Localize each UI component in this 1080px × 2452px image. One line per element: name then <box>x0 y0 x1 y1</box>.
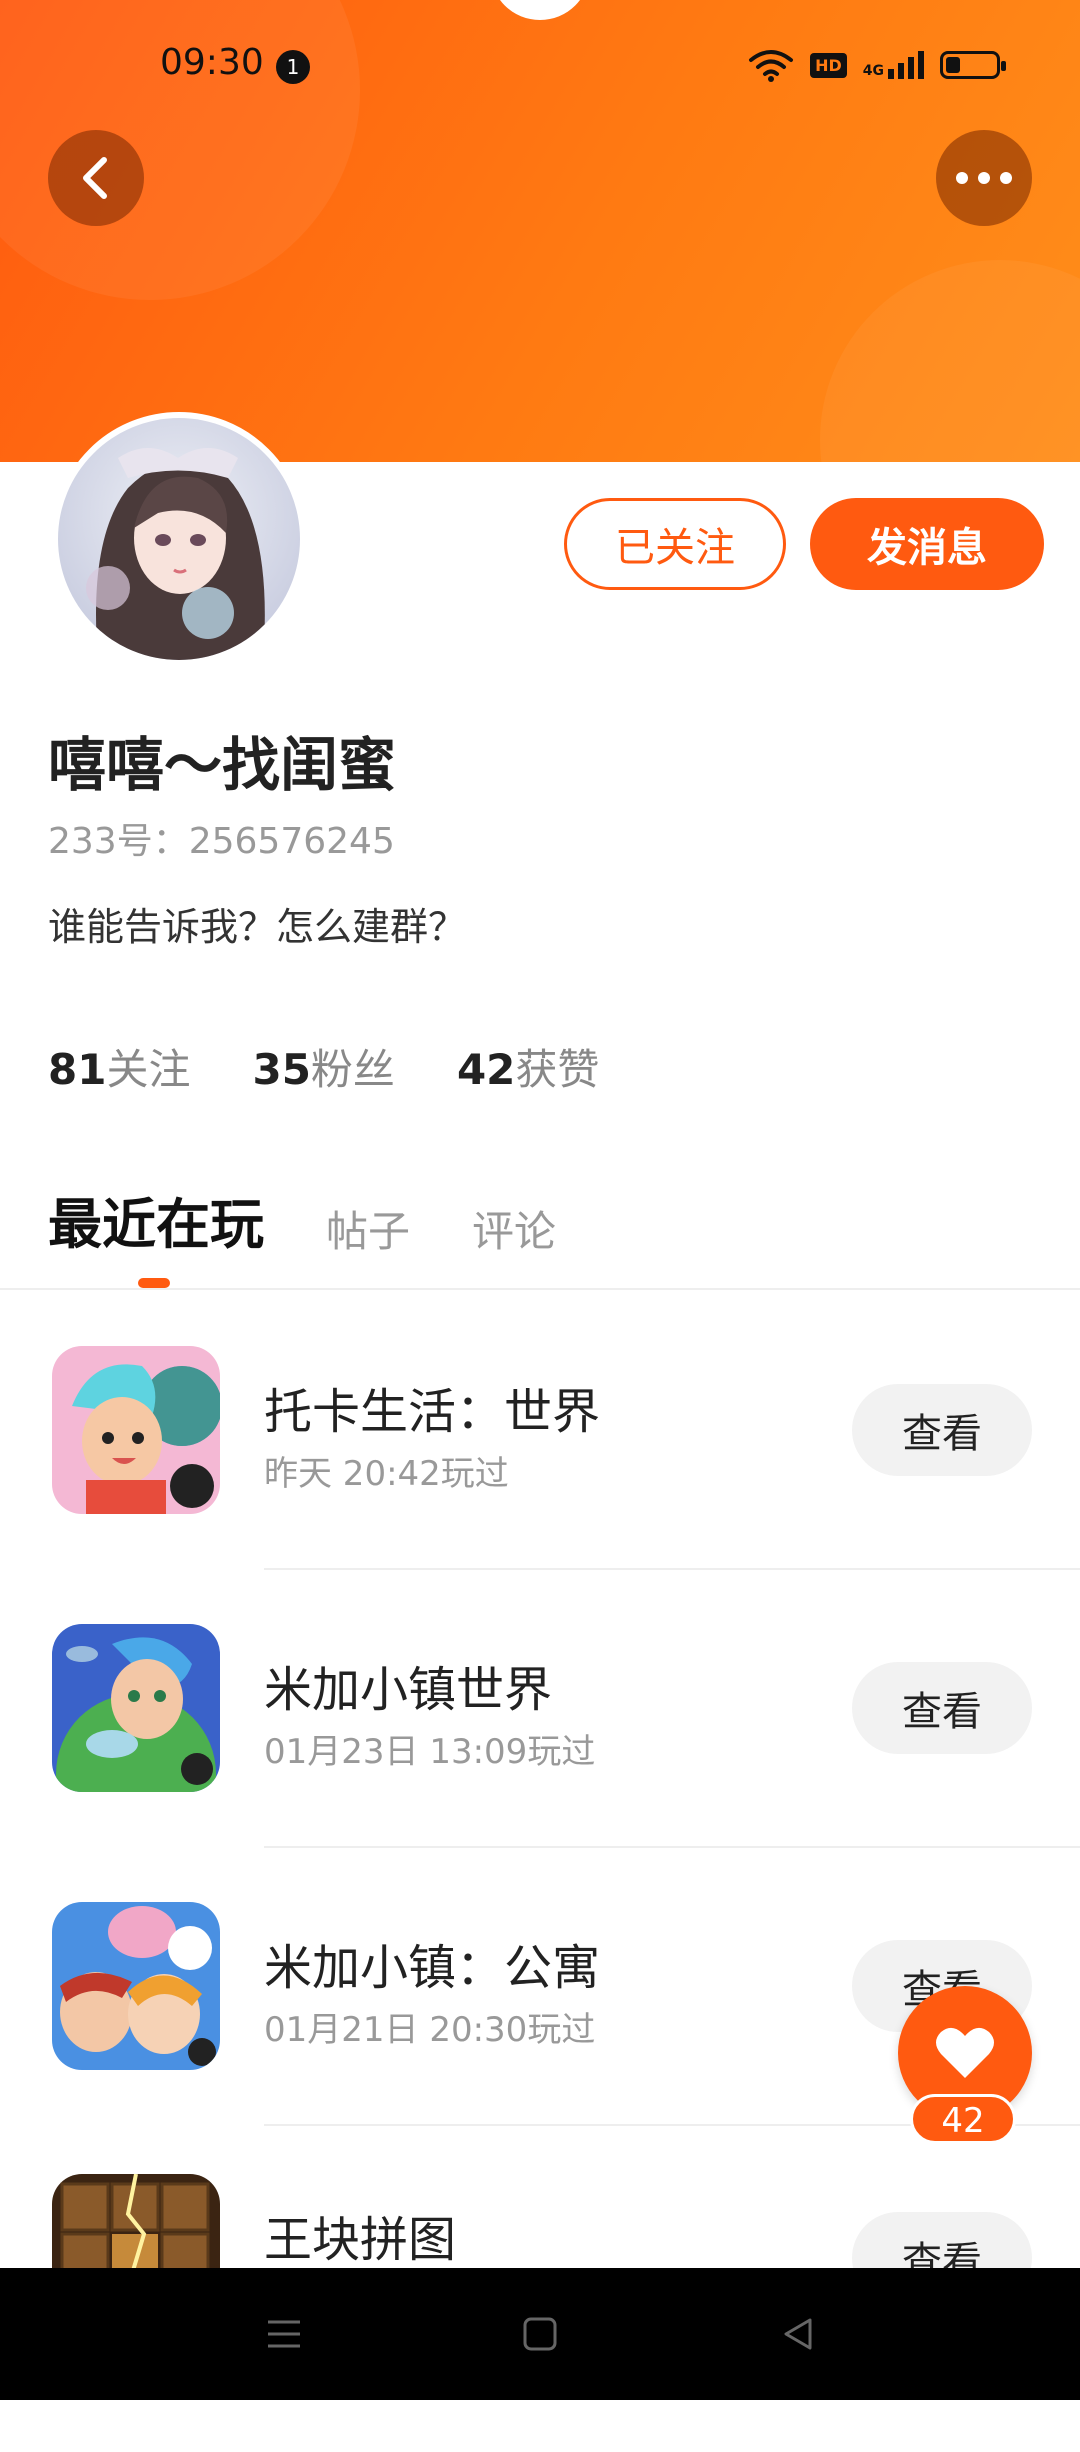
like-count-badge: 42 <box>910 2094 1016 2144</box>
last-played: 01月21日 20:30玩过 <box>264 2010 596 2050</box>
camera-cutout <box>490 0 590 20</box>
following-button[interactable]: 已关注 <box>564 498 786 590</box>
divider <box>264 1846 1080 1848</box>
chevron-left-icon <box>83 157 107 199</box>
active-tab-indicator <box>138 1278 170 1288</box>
user-bio: 谁能告诉我？怎么建群？ <box>48 905 467 949</box>
stat-label: 粉丝 <box>310 1045 395 1094</box>
send-message-button[interactable]: 发消息 <box>810 498 1044 590</box>
heart-icon <box>936 2027 994 2078</box>
game-icon <box>52 1346 220 1514</box>
stat-number: 42 <box>456 1045 516 1094</box>
avatar-illustration <box>58 418 300 660</box>
stat-label: 获赞 <box>515 1045 600 1094</box>
game-list-item[interactable]: 托卡生活：世界 昨天 20:42玩过 查看 <box>0 1346 1080 1624</box>
banner-decoration <box>820 260 1080 462</box>
followers-count[interactable]: 35粉丝 <box>252 1036 394 1097</box>
game-icon <box>52 1902 220 2070</box>
view-button[interactable]: 查看 <box>852 1384 1032 1476</box>
wifi-icon <box>749 50 794 82</box>
status-icons: HD 4G <box>748 48 1006 82</box>
more-button[interactable] <box>936 130 1032 226</box>
status-time: 09:30 <box>160 42 264 83</box>
system-nav-bar <box>0 2268 1080 2400</box>
user-id: 233号：256576245 <box>48 821 395 862</box>
back-nav-icon[interactable] <box>778 2314 818 2354</box>
stat-number: 35 <box>252 1045 311 1094</box>
divider <box>0 1288 1080 1290</box>
tab-comments[interactable]: 评论 <box>472 1198 556 1259</box>
more-dots-icon <box>956 172 1012 184</box>
network-type: 4G <box>862 63 884 79</box>
following-count[interactable]: 81关注 <box>48 1036 190 1097</box>
tab-posts[interactable]: 帖子 <box>326 1198 410 1259</box>
likes-count: 42获赞 <box>457 1036 599 1097</box>
game-icon <box>52 1624 220 1792</box>
battery-icon <box>940 51 1006 79</box>
hd-icon: HD <box>810 52 847 78</box>
game-title: 托卡生活：世界 <box>264 1384 601 1440</box>
tab-recently-played[interactable]: 最近在玩 <box>48 1180 264 1259</box>
last-played: 昨天 20:42玩过 <box>264 1454 509 1494</box>
game-title: 米加小镇：公寓 <box>264 1940 601 1996</box>
avatar[interactable] <box>52 412 306 666</box>
stat-label: 关注 <box>106 1045 191 1094</box>
last-played: 01月23日 13:09玩过 <box>264 1732 596 1772</box>
username: 嘻嘻～找闺蜜 <box>48 731 397 799</box>
status-bar: 09:30 1 HD 4G <box>0 36 1080 96</box>
game-list-item[interactable]: 米加小镇世界 01月23日 13:09玩过 查看 <box>0 1624 1080 1902</box>
game-title: 米加小镇世界 <box>264 1662 553 1718</box>
profile-stats: 81关注 35粉丝 42获赞 <box>48 1036 599 1097</box>
game-title: 王块拼图 <box>264 2212 457 2268</box>
home-icon[interactable] <box>520 2314 560 2354</box>
view-button[interactable]: 查看 <box>852 1662 1032 1754</box>
stat-number: 81 <box>48 1045 107 1094</box>
back-button[interactable] <box>48 130 144 226</box>
notification-badge: 1 <box>276 50 310 84</box>
divider <box>264 1568 1080 1570</box>
profile-tabs: 最近在玩 帖子 评论 <box>48 1180 556 1259</box>
menu-icon[interactable] <box>264 2314 304 2354</box>
signal-icon: 4G <box>863 51 924 79</box>
